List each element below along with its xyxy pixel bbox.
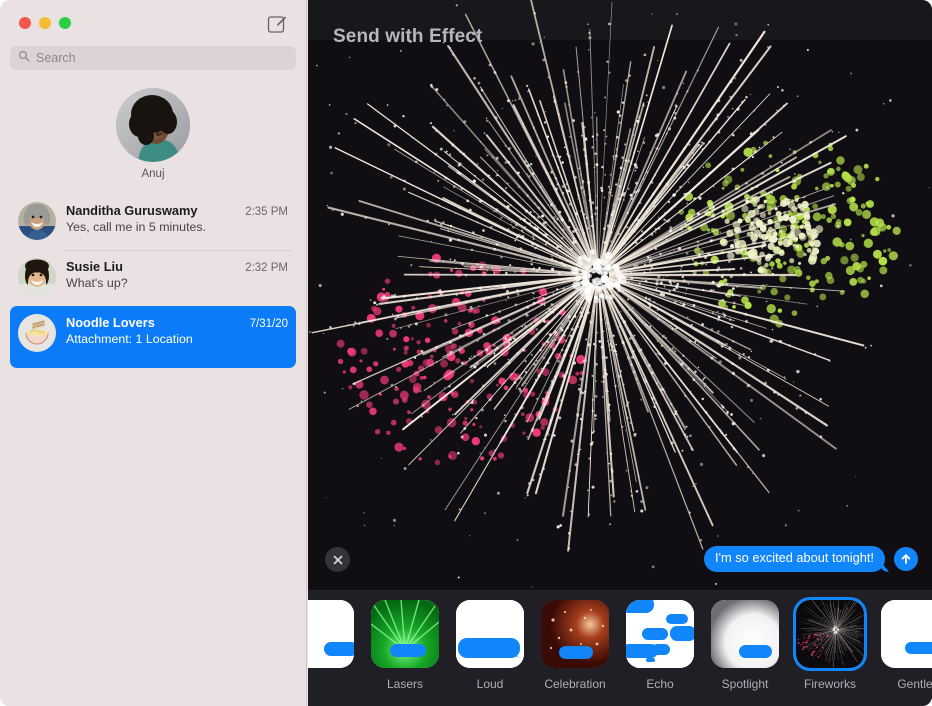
effect-item-lasers[interactable]: Lasers bbox=[371, 600, 439, 691]
search-bar[interactable] bbox=[10, 46, 296, 70]
effect-item-loud[interactable]: Loud bbox=[456, 600, 524, 691]
page-title: Send with Effect bbox=[333, 26, 482, 48]
effect-label: Echo bbox=[646, 677, 673, 691]
effects-strip[interactable]: Lasers Loud bbox=[308, 590, 932, 706]
conversation-name: Noodle Lovers bbox=[66, 315, 155, 330]
effect-item-spotlight[interactable]: Spotlight bbox=[711, 600, 779, 691]
send-arrow-up-icon[interactable] bbox=[894, 547, 918, 571]
conversation-row-nanditha[interactable]: Nanditha Guruswamy 2:35 PM Yes, call me … bbox=[10, 194, 296, 250]
effect-item-echo[interactable]: Echo bbox=[626, 600, 694, 691]
effect-label: Loud bbox=[477, 677, 504, 691]
search-input[interactable] bbox=[36, 51, 288, 65]
conversation-preview: Yes, call me in 5 minutes. bbox=[66, 220, 288, 234]
avatar bbox=[18, 314, 56, 352]
effect-label: Celebration bbox=[544, 677, 605, 691]
effect-thumbnail bbox=[626, 600, 694, 668]
minimize-window-button[interactable] bbox=[39, 17, 51, 29]
conversation-time: 2:35 PM bbox=[245, 206, 288, 218]
effect-thumbnail bbox=[541, 600, 609, 668]
conversation-row-noodle-lovers[interactable]: Noodle Lovers 7/31/20 Attachment: 1 Loca… bbox=[10, 306, 296, 368]
effect-thumbnail bbox=[308, 600, 354, 668]
effect-item-slam[interactable] bbox=[308, 600, 354, 677]
effect-thumbnail bbox=[881, 600, 932, 668]
message-preview-row: I'm so excited about tonight! bbox=[704, 546, 918, 572]
effect-preview-area: Send with Effect I'm so excited about to… bbox=[308, 0, 932, 706]
effect-thumbnail bbox=[371, 600, 439, 668]
effect-thumbnail bbox=[456, 600, 524, 668]
pinned-contact-name: Anuj bbox=[141, 168, 164, 180]
conversation-list: Nanditha Guruswamy 2:35 PM Yes, call me … bbox=[0, 194, 306, 368]
avatar bbox=[18, 258, 56, 296]
effect-thumbnail bbox=[711, 600, 779, 668]
search-icon bbox=[18, 49, 30, 67]
conversation-name: Nanditha Guruswamy bbox=[66, 203, 198, 218]
traffic-lights bbox=[19, 17, 71, 29]
message-bubble: I'm so excited about tonight! bbox=[704, 546, 885, 572]
close-window-button[interactable] bbox=[19, 17, 31, 29]
conversation-preview: Attachment: 1 Location bbox=[66, 332, 288, 346]
pinned-contact[interactable]: Anuj bbox=[0, 88, 306, 180]
effect-label: Fireworks bbox=[804, 677, 856, 691]
conversation-row-susie[interactable]: Susie Liu 2:32 PM What's up? bbox=[10, 250, 296, 306]
effect-item-celebration[interactable]: Celebration bbox=[541, 600, 609, 691]
conversation-time: 2:32 PM bbox=[245, 262, 288, 274]
avatar bbox=[18, 202, 56, 240]
effect-label: Gentle bbox=[897, 677, 932, 691]
compose-icon[interactable] bbox=[266, 13, 288, 35]
conversation-preview: What's up? bbox=[66, 276, 288, 290]
conversation-time: 7/31/20 bbox=[250, 318, 288, 330]
effects-track: Lasers Loud bbox=[308, 600, 932, 691]
conversation-name: Susie Liu bbox=[66, 259, 123, 274]
sidebar: Anuj bbox=[0, 0, 307, 706]
effect-label: Lasers bbox=[387, 677, 423, 691]
effect-label: Spotlight bbox=[722, 677, 769, 691]
titlebar bbox=[0, 0, 306, 46]
effect-thumbnail bbox=[796, 600, 864, 668]
zoom-window-button[interactable] bbox=[59, 17, 71, 29]
messages-window: Anuj bbox=[0, 0, 932, 706]
effect-item-gentle[interactable]: Gentle bbox=[881, 600, 932, 691]
avatar bbox=[116, 88, 190, 162]
effect-item-fireworks[interactable]: Fireworks bbox=[796, 600, 864, 691]
close-x-icon[interactable] bbox=[325, 547, 350, 572]
